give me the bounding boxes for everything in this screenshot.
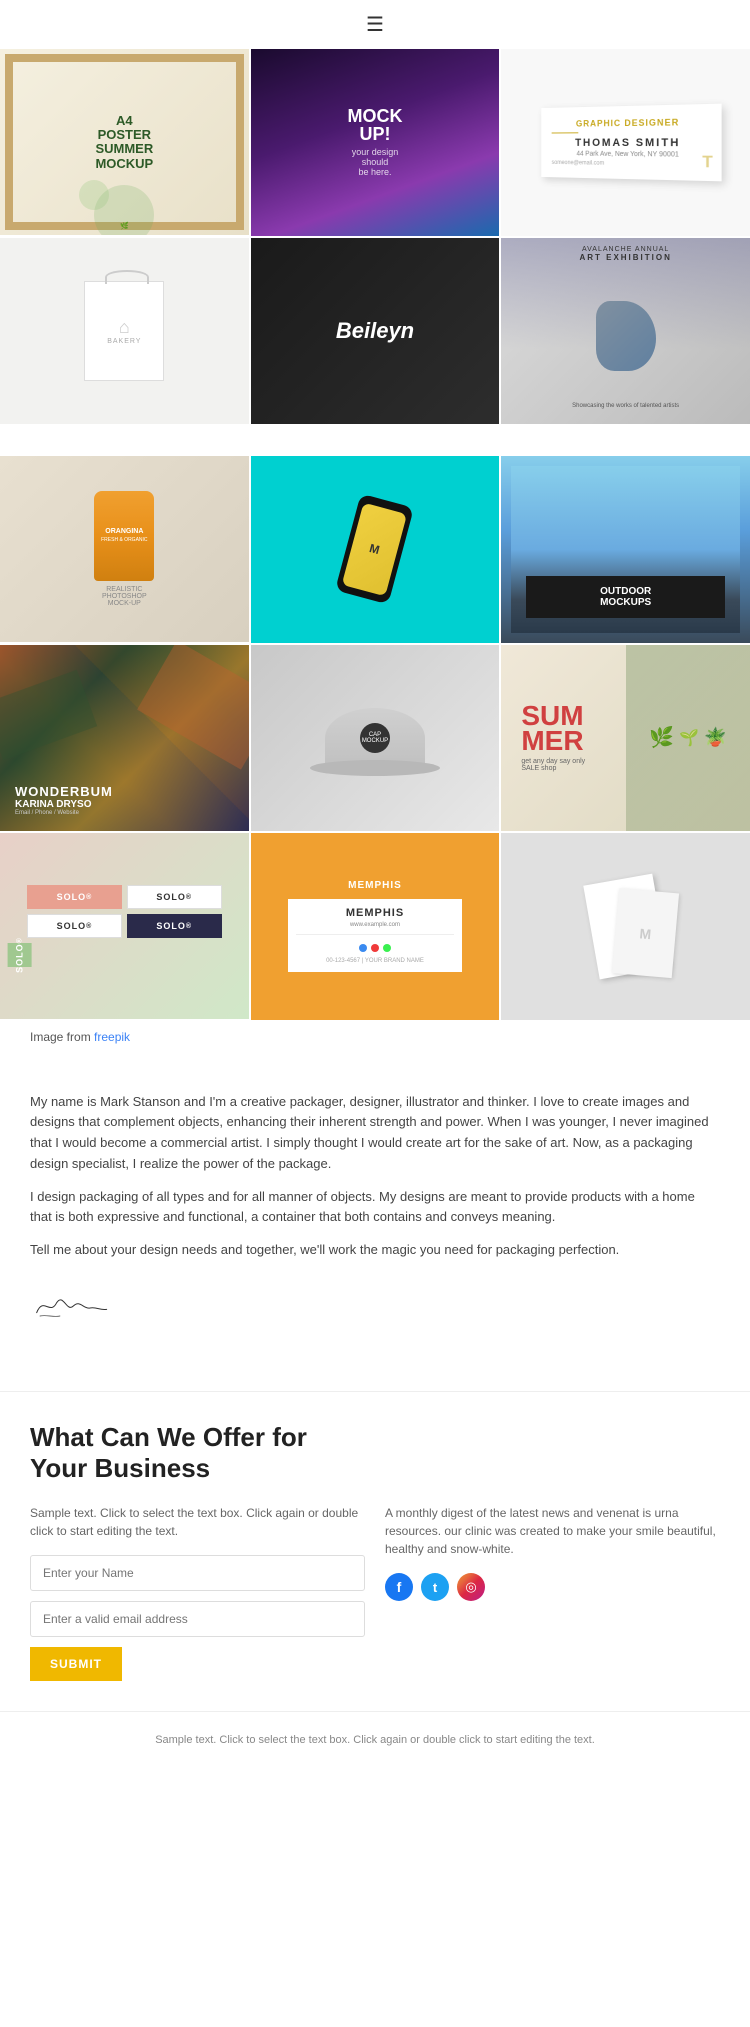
about-para-2: I design packaging of all types and for … xyxy=(30,1187,720,1229)
bag-shape: ⌂ BAKERY xyxy=(84,281,164,381)
phone-shape: M xyxy=(335,494,414,605)
gallery-item-outdoor[interactable]: OUTDOORMOCKUPS xyxy=(501,456,750,643)
phone-screen: M xyxy=(342,502,407,596)
poster-text: A4POSTERSUMMERMOCKUP xyxy=(95,114,153,171)
offer-title: What Can We Offer for Your Business xyxy=(30,1422,330,1484)
twitter-label: t xyxy=(433,1580,437,1595)
social-icons: f t ◎ xyxy=(385,1573,720,1601)
gallery-item-business-card[interactable]: GRAPHIC DESIGNER THOMAS SMITH 44 Park Av… xyxy=(501,49,750,236)
offer-left: Sample text. Click to select the text bo… xyxy=(30,1504,365,1681)
outdoor-text: OUTDOORMOCKUPS xyxy=(536,586,715,608)
gallery-row-2: ⌂ BAKERY Beileyn AVALANCHE ANNUAL ART EX… xyxy=(0,238,750,425)
summer-sub: get any day say onlySALE shop xyxy=(521,758,585,772)
section-gap xyxy=(0,1052,750,1072)
gallery-section-2: ORANGINAFresh & Organic REALISTICPHOTOSH… xyxy=(0,456,750,1020)
bc-designer-title: GRAPHIC DESIGNER xyxy=(551,116,708,128)
gallery-item-solo[interactable]: SOLO® SOLO® SOLO® SOLO® SOLO® xyxy=(0,833,249,1019)
gallery-item-phone[interactable]: M xyxy=(251,456,500,643)
gallery-spacer xyxy=(0,426,750,456)
credit-prefix: Image from xyxy=(30,1030,94,1044)
image-credit: Image from freepik xyxy=(0,1022,750,1052)
footer: Sample text. Click to select the text bo… xyxy=(0,1711,750,1769)
memphis-sub: www.example.com xyxy=(350,922,400,928)
gallery-item-sign[interactable]: Beileyn xyxy=(251,238,500,425)
email-input[interactable] xyxy=(30,1601,365,1637)
memphis-title: MEMPHIS xyxy=(346,907,404,919)
drink-label: ORANGINAFresh & Organic xyxy=(101,528,147,545)
instagram-label: ◎ xyxy=(465,1579,476,1595)
billboard-text: MOCKUP! xyxy=(347,107,402,143)
gallery-item-letter[interactable]: M M xyxy=(501,833,750,1020)
bc-name: THOMAS SMITH xyxy=(551,136,708,149)
gallery-item-bag[interactable]: ⌂ BAKERY xyxy=(0,238,249,424)
offer-grid: Sample text. Click to select the text bo… xyxy=(30,1504,720,1681)
gallery-item-poster[interactable]: A4POSTERSUMMERMOCKUP 🌿 xyxy=(0,49,249,235)
about-para-1: My name is Mark Stanson and I'm a creati… xyxy=(30,1092,720,1175)
footer-text: Sample text. Click to select the text bo… xyxy=(30,1732,720,1749)
name-input[interactable] xyxy=(30,1555,365,1591)
submit-button[interactable]: SUBMIT xyxy=(30,1647,122,1681)
gallery-item-art[interactable]: AVALANCHE ANNUAL ART EXHIBITION Showcasi… xyxy=(501,238,750,425)
offer-section: What Can We Offer for Your Business Samp… xyxy=(0,1391,750,1701)
dot-green xyxy=(383,944,391,952)
billboard-sub: your designshouldbe here. xyxy=(352,147,399,177)
gallery-item-billboard[interactable]: MOCKUP! your designshouldbe here. xyxy=(251,49,500,236)
gallery-item-drink[interactable]: ORANGINAFresh & Organic REALISTICPHOTOSH… xyxy=(0,456,249,642)
bag-logo: ⌂ BAKERY xyxy=(107,317,141,345)
cards-name: Karina Dryso xyxy=(15,799,113,810)
instagram-icon[interactable]: ◎ xyxy=(457,1573,485,1601)
signature-image xyxy=(30,1286,110,1326)
header: ☰ xyxy=(0,0,750,49)
memphis-dots xyxy=(359,944,391,952)
gallery-item-memphis[interactable]: MEMPHIS MEMPHIS www.example.com 00-123-4… xyxy=(251,833,500,1020)
offer-right: A monthly digest of the latest news and … xyxy=(385,1504,720,1681)
offer-sample-text: Sample text. Click to select the text bo… xyxy=(30,1504,365,1540)
gallery-row-4: WONDERBUM Karina Dryso Email / Phone / W… xyxy=(0,645,750,832)
freepik-link[interactable]: freepik xyxy=(94,1030,130,1044)
bc-address: 44 Park Ave, New York, NY 90001 xyxy=(551,150,708,158)
gallery-row-1: A4POSTERSUMMERMOCKUP 🌿 MOCKUP! your desi… xyxy=(0,49,750,236)
cards-brand: WONDERBUM xyxy=(15,784,113,799)
summer-text: SUMMER xyxy=(521,703,585,753)
gallery-item-cards[interactable]: WONDERBUM Karina Dryso Email / Phone / W… xyxy=(0,645,249,831)
offer-right-text: A monthly digest of the latest news and … xyxy=(385,1504,720,1558)
about-section: My name is Mark Stanson and I'm a creati… xyxy=(0,1072,750,1392)
facebook-icon[interactable]: f xyxy=(385,1573,413,1601)
dot-red xyxy=(371,944,379,952)
gallery-row-3: ORANGINAFresh & Organic REALISTICPHOTOSH… xyxy=(0,456,750,643)
signature xyxy=(30,1281,720,1331)
gallery-item-hat[interactable]: CAPMOCKUP xyxy=(251,645,500,832)
about-para-3: Tell me about your design needs and toge… xyxy=(30,1240,720,1261)
gallery-section-1: A4POSTERSUMMERMOCKUP 🌿 MOCKUP! your desi… xyxy=(0,49,750,424)
sign-text: Beileyn xyxy=(336,318,414,344)
hat-badge: CAPMOCKUP xyxy=(360,723,390,753)
twitter-icon[interactable]: t xyxy=(421,1573,449,1601)
menu-icon[interactable]: ☰ xyxy=(366,12,384,37)
gallery-item-summer[interactable]: 🌿 🌱 🪴 SUMMER get any day say onlySALE sh… xyxy=(501,645,750,832)
facebook-label: f xyxy=(397,1579,402,1595)
dot-blue xyxy=(359,944,367,952)
drink-bottle: ORANGINAFresh & Organic xyxy=(94,491,154,581)
memphis-card: MEMPHIS www.example.com 00-123-4567 | YO… xyxy=(288,899,463,972)
gallery-row-5: SOLO® SOLO® SOLO® SOLO® SOLO® MEMPHIS ME… xyxy=(0,833,750,1020)
